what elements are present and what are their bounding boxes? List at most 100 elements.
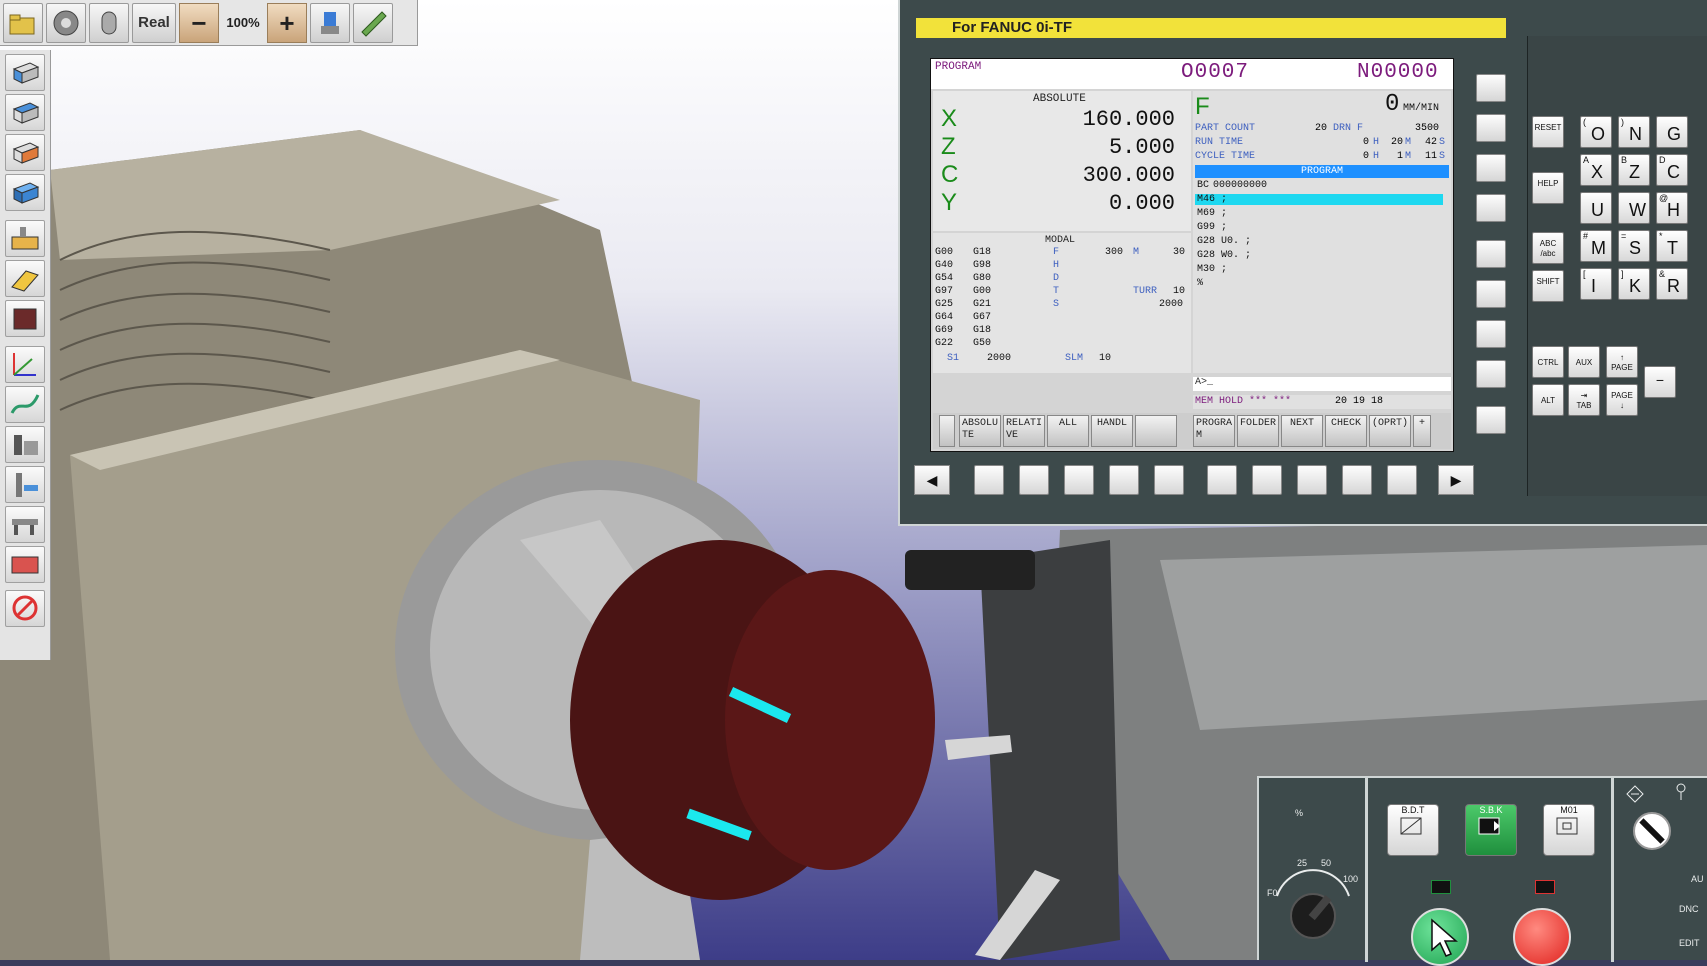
side-key[interactable]	[1476, 154, 1506, 182]
machine-icon	[11, 227, 39, 250]
material-button[interactable]	[5, 546, 45, 583]
softkey-absolute[interactable]: ABSOLU TE	[959, 415, 1001, 447]
minutes-unit: M	[1405, 137, 1412, 148]
help-key[interactable]: HELP	[1532, 172, 1564, 204]
stop-icon	[12, 595, 38, 621]
open-project-button[interactable]	[3, 2, 43, 43]
stock-button[interactable]	[5, 300, 45, 337]
bottom-softkey[interactable]	[1019, 465, 1049, 495]
softkey-check[interactable]: CHECK	[1325, 415, 1367, 447]
key-s[interactable]: = S	[1618, 230, 1650, 262]
measure-tool-button[interactable]	[353, 2, 393, 43]
calipers-button[interactable]	[5, 506, 45, 543]
key-u[interactable]: U	[1580, 192, 1612, 224]
cursor-left-key[interactable]: −	[1644, 366, 1676, 398]
key-n[interactable]: ) N	[1618, 116, 1650, 148]
side-key[interactable]	[1476, 240, 1506, 268]
side-key[interactable]	[1476, 320, 1506, 348]
bottom-softkey[interactable]	[1297, 465, 1327, 495]
bottom-softkey[interactable]	[1207, 465, 1237, 495]
bottom-softkey[interactable]	[1252, 465, 1282, 495]
side-key[interactable]	[1476, 360, 1506, 388]
feed-hold-lamp	[1535, 880, 1555, 894]
page-down-key[interactable]: PAGE ↓	[1606, 384, 1638, 416]
softkey-handle[interactable]: HANDL	[1091, 415, 1133, 447]
view-top-button[interactable]	[5, 94, 45, 131]
block-delete-button[interactable]: B.D.T	[1387, 804, 1439, 856]
speed-mode-button[interactable]: Real	[132, 2, 176, 43]
softkey-program[interactable]: PROGRA M	[1193, 415, 1235, 447]
machine-setup-button[interactable]	[5, 220, 45, 257]
key-r-main: R	[1667, 276, 1680, 296]
bottom-softkey[interactable]	[1342, 465, 1372, 495]
key-g[interactable]: G	[1656, 116, 1688, 148]
softkey-relative[interactable]: RELATI VE	[1003, 415, 1045, 447]
ctrl-key[interactable]: CTRL	[1532, 346, 1564, 378]
view-side-button[interactable]	[5, 134, 45, 171]
softkey-blank[interactable]	[1135, 415, 1177, 447]
softkey-left-arrow[interactable]: ◀	[914, 465, 950, 495]
key-i[interactable]: [I	[1580, 268, 1612, 300]
key-c[interactable]: DC	[1656, 154, 1688, 186]
bottom-softkey[interactable]	[1154, 465, 1184, 495]
key-o[interactable]: (O	[1580, 116, 1612, 148]
feed-hold-button[interactable]	[1513, 908, 1571, 966]
reset-key[interactable]: RESET	[1532, 116, 1564, 148]
shift-key[interactable]: SHIFT	[1532, 270, 1564, 302]
bottom-softkey[interactable]	[974, 465, 1004, 495]
tab-key[interactable]: ⇥ TAB	[1568, 384, 1600, 416]
zoom-in-button[interactable]: +	[267, 2, 307, 43]
softkey-next[interactable]: NEXT	[1281, 415, 1323, 447]
key-t[interactable]: * T	[1656, 230, 1688, 262]
modal-code: G97	[935, 286, 954, 297]
optional-stop-icon	[1556, 817, 1578, 835]
softkey-return[interactable]	[939, 415, 955, 447]
softkey-continue[interactable]: +	[1413, 415, 1431, 447]
toolpath-button[interactable]	[5, 386, 45, 423]
key-m[interactable]: # M	[1580, 230, 1612, 262]
side-key[interactable]	[1476, 280, 1506, 308]
mode-selector-knob[interactable]	[1633, 812, 1671, 850]
key-z[interactable]: BZ	[1618, 154, 1650, 186]
key-r[interactable]: & R	[1656, 268, 1688, 300]
bottom-softkey[interactable]	[1109, 465, 1139, 495]
softkey-folder[interactable]: FOLDER	[1237, 415, 1279, 447]
side-key[interactable]	[1476, 406, 1506, 434]
feed-override-knob[interactable]	[1263, 838, 1363, 948]
view-front-button[interactable]	[5, 54, 45, 91]
zoom-out-button[interactable]: −	[179, 2, 219, 43]
tool-setup-button[interactable]	[5, 466, 45, 503]
key-x[interactable]: AX	[1580, 154, 1612, 186]
workpiece-setup-button[interactable]	[5, 260, 45, 297]
cube-iso-icon	[12, 182, 40, 204]
key-h[interactable]: @ H	[1656, 192, 1688, 224]
page-up-key[interactable]: ↑ PAGE	[1606, 346, 1638, 378]
chuck-view-button[interactable]	[89, 2, 129, 43]
tool-change-button[interactable]	[310, 2, 350, 43]
alt-key[interactable]: ALT	[1532, 384, 1564, 416]
bottom-softkey[interactable]	[1387, 465, 1417, 495]
abc-key[interactable]: ABC /abc	[1532, 232, 1564, 264]
optional-stop-button[interactable]: M01	[1543, 804, 1595, 856]
single-block-button[interactable]: S.B.K	[1465, 804, 1517, 856]
softkey-right-arrow[interactable]: ▶	[1438, 465, 1474, 495]
stop-simulation-button[interactable]	[5, 590, 45, 627]
side-key[interactable]	[1476, 194, 1506, 222]
aux-key[interactable]: AUX	[1568, 346, 1600, 378]
side-key[interactable]	[1476, 74, 1506, 102]
modal-f-value: 300	[1105, 247, 1124, 258]
key-k[interactable]: ] K	[1618, 268, 1650, 300]
softkey-operation[interactable]: (OPRT)	[1369, 415, 1411, 447]
softkey-all[interactable]: ALL	[1047, 415, 1089, 447]
input-buffer[interactable]: A>_	[1193, 377, 1451, 391]
coordinate-system-button[interactable]	[5, 346, 45, 383]
key-w[interactable]: W	[1618, 192, 1650, 224]
axis-z-value: 5.000	[1108, 135, 1175, 160]
measure-button[interactable]	[5, 426, 45, 463]
bottom-softkey[interactable]	[1064, 465, 1094, 495]
view-iso-button[interactable]	[5, 174, 45, 211]
stock-icon	[13, 308, 37, 330]
block-delete-icon	[1400, 817, 1422, 835]
machine-settings-button[interactable]	[46, 2, 86, 43]
side-key[interactable]	[1476, 114, 1506, 142]
